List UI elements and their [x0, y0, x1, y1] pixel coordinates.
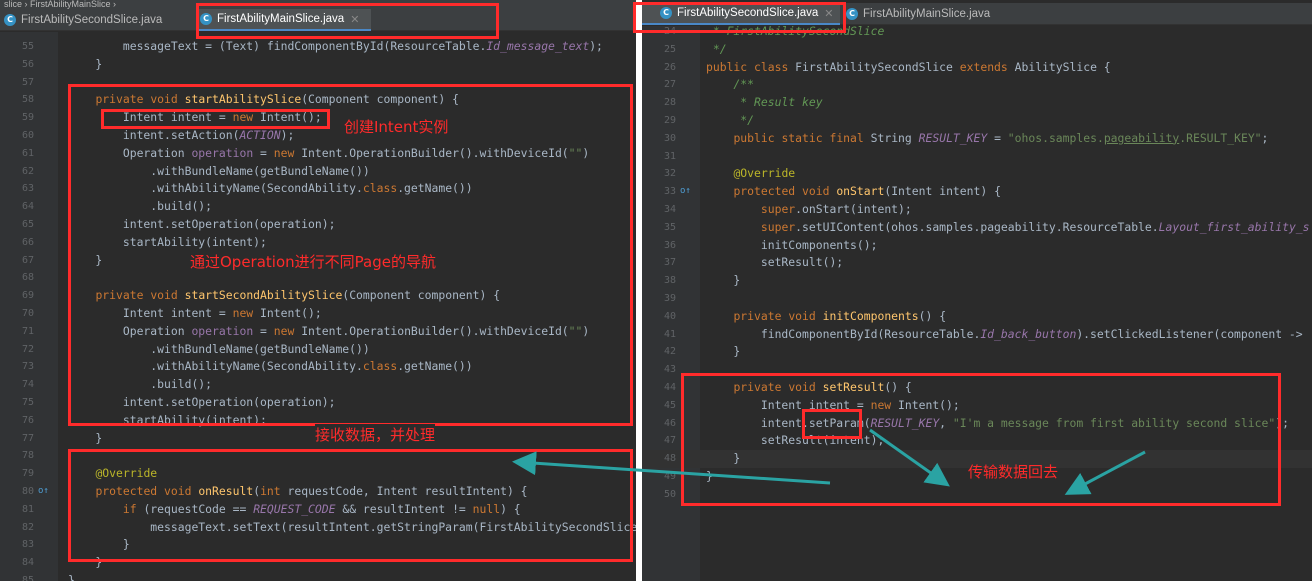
arrow-to-set-result-note — [1064, 450, 1146, 495]
arrow-to-on-result — [512, 451, 831, 485]
arrow-to-set-param-note — [869, 428, 950, 487]
annotation-arrows — [512, 428, 1146, 495]
